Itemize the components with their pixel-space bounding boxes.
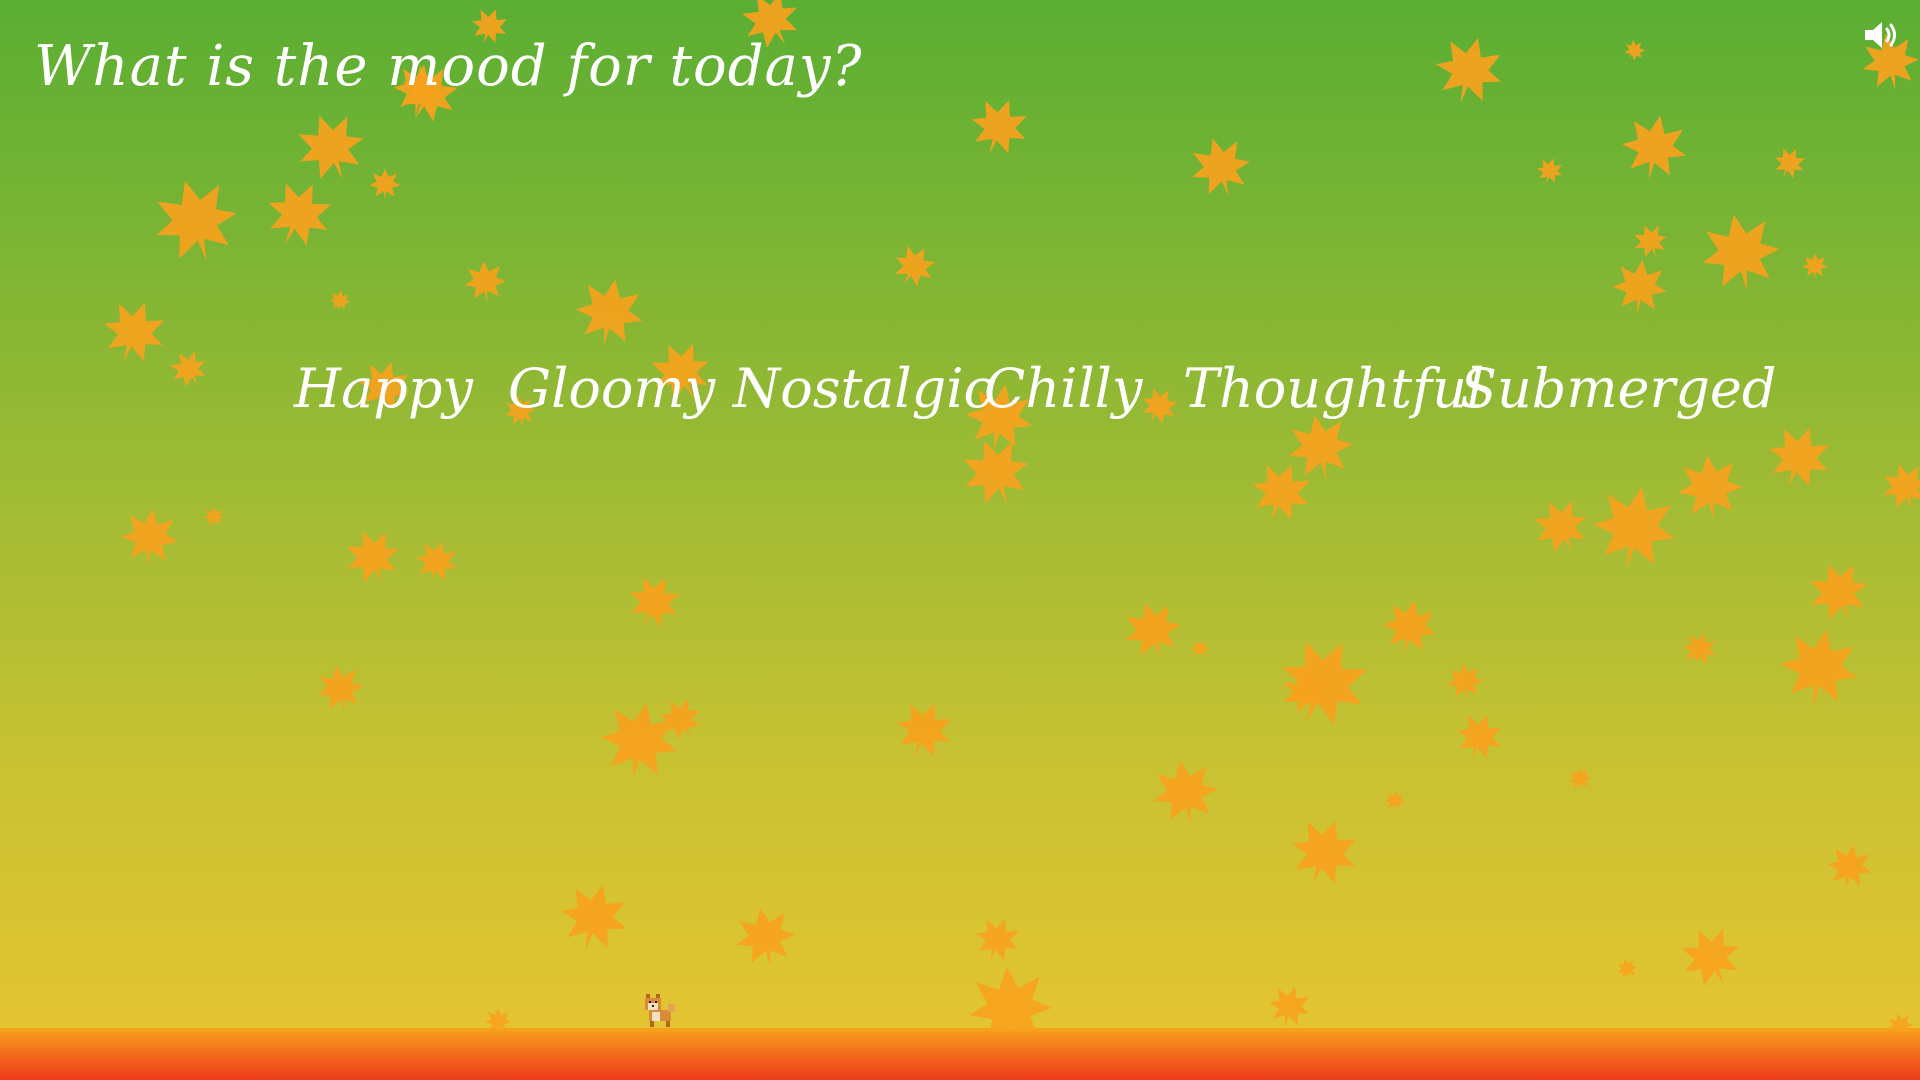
maple-leaf-icon (1382, 600, 1437, 654)
maple-leaf-icon (369, 168, 401, 200)
maple-leaf-icon (736, 907, 796, 967)
maple-leaf-icon (895, 245, 936, 287)
maple-leaf-icon (1802, 253, 1828, 279)
maple-leaf-icon (1810, 564, 1868, 621)
falling-leaves (104, 0, 1920, 1050)
maple-leaf-icon (1568, 767, 1592, 791)
maple-leaf-icon (1883, 464, 1920, 510)
maple-leaf-icon (317, 665, 364, 712)
pixel-shiba-dog-icon (645, 994, 675, 1027)
maple-leaf-icon (1634, 225, 1667, 258)
ground-strip (0, 1028, 1920, 1080)
maple-leaf-icon (1447, 663, 1484, 700)
maple-leaf-icon (329, 290, 351, 312)
maple-leaf-icon (971, 100, 1027, 154)
maple-leaf-icon (1282, 640, 1368, 726)
speaker-volume-icon (1865, 22, 1896, 48)
maple-leaf-icon (1125, 602, 1181, 658)
maple-leaf-icon (1678, 455, 1743, 520)
maple-leaf-icon (1436, 37, 1502, 104)
maple-leaf-icon (346, 531, 400, 583)
maple-leaf-icon (1456, 714, 1502, 759)
maple-leaf-icon (1536, 158, 1563, 184)
maple-leaf-icon (1612, 259, 1667, 315)
maple-leaf-icon (600, 702, 678, 780)
maple-leaf-icon (1683, 632, 1716, 666)
mood-option-thoughtful[interactable]: Thoughtful (1183, 354, 1484, 424)
maple-leaf-icon (575, 279, 643, 346)
maple-leaf-icon (268, 183, 332, 246)
maple-leaf-icon (1780, 629, 1858, 707)
game-scene: What is the mood for today? Happy Gloomy… (0, 0, 1920, 1080)
mood-option-nostalgic[interactable]: Nostalgic (733, 354, 994, 424)
maple-leaf-icon (1192, 138, 1251, 197)
maple-leaf-icon (1681, 928, 1740, 986)
maple-leaf-icon (170, 351, 206, 387)
mood-option-gloomy[interactable]: Gloomy (508, 354, 715, 424)
maple-leaf-icon (156, 180, 237, 262)
maple-leaf-icon (1622, 115, 1687, 180)
maple-leaf-icon (1769, 427, 1830, 487)
maple-leaf-icon (629, 577, 680, 627)
maple-leaf-icon (416, 541, 457, 582)
maple-leaf-icon (1291, 820, 1357, 885)
maple-leaf-icon (104, 302, 165, 362)
maple-leaf-icon (1774, 148, 1805, 179)
maple-leaf-icon (976, 918, 1019, 961)
maple-leaf-icon (121, 508, 179, 566)
mood-option-submerged[interactable]: Submerged (1460, 354, 1776, 424)
maple-leaf-icon (896, 703, 952, 757)
maple-leaf-icon (1153, 760, 1218, 825)
page-title: What is the mood for today? (34, 34, 863, 99)
maple-leaf-icon (1384, 790, 1406, 812)
mood-option-chilly[interactable]: Chilly (984, 354, 1142, 424)
maple-leaf-icon (1617, 958, 1638, 979)
maple-leaf-icon (1190, 639, 1210, 658)
maple-leaf-icon (561, 884, 627, 951)
maple-leaf-icon (464, 260, 506, 303)
mood-option-happy[interactable]: Happy (294, 354, 473, 424)
maple-leaf-icon (1269, 986, 1310, 1027)
maple-leaf-icon (1533, 500, 1587, 554)
maple-leaf-icon (203, 506, 225, 528)
sound-toggle-button[interactable] (1862, 18, 1902, 52)
maple-leaf-icon (298, 115, 364, 180)
maple-leaf-icon (1827, 844, 1872, 889)
maple-leaf-icon (1592, 487, 1675, 570)
maple-leaf-icon (1702, 214, 1780, 292)
maple-leaf-icon (1624, 39, 1646, 61)
